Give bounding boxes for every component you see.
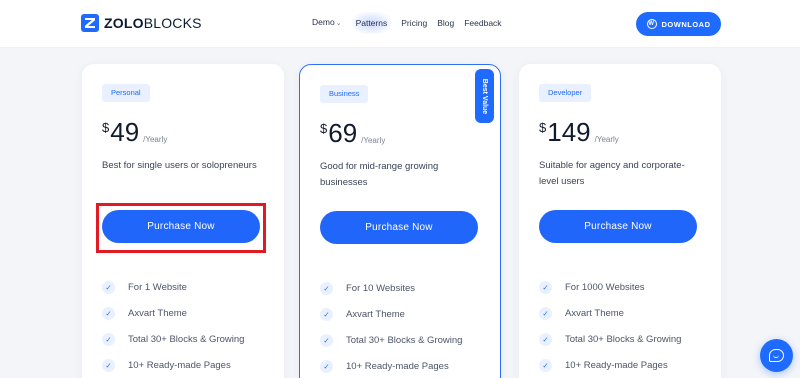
feature-item: ✓ Total 30+ Blocks & Growing bbox=[320, 327, 462, 353]
price-period: /Yearly bbox=[143, 135, 168, 144]
feature-label: Total 30+ Blocks & Growing bbox=[128, 333, 245, 345]
feature-item: ✓ 10+ Ready-made Pages bbox=[320, 353, 462, 378]
ribbon-label: Best Value bbox=[481, 78, 489, 114]
zoloblocks-logo-icon bbox=[81, 14, 99, 32]
purchase-button[interactable]: Purchase Now bbox=[539, 210, 697, 243]
feature-label: 10+ Ready-made Pages bbox=[565, 359, 668, 371]
feature-item: ✓ Axvart Theme bbox=[320, 301, 462, 327]
plan-description: Best for single users or solopreneurs bbox=[102, 160, 257, 171]
logo[interactable]: ZOLOBLOCKS bbox=[81, 12, 202, 34]
check-icon: ✓ bbox=[102, 358, 115, 372]
nav-item-pricing[interactable]: Pricing bbox=[401, 12, 427, 34]
check-icon: ✓ bbox=[539, 332, 552, 346]
feature-label: For 1 Website bbox=[128, 281, 187, 293]
nav-item-label: Demo bbox=[312, 17, 335, 27]
nav-item-blog[interactable]: Blog bbox=[437, 12, 454, 34]
check-icon: ✓ bbox=[539, 280, 552, 294]
feature-label: Axvart Theme bbox=[565, 307, 624, 319]
price-period: /Yearly bbox=[594, 135, 619, 144]
plan-price: $ 69 /Yearly bbox=[320, 117, 385, 149]
price-amount: 149 bbox=[547, 117, 591, 147]
feature-item: ✓ 10+ Ready-made Pages bbox=[539, 352, 681, 378]
wordpress-icon: W bbox=[646, 19, 657, 29]
download-label: DOWNLOAD bbox=[661, 19, 711, 29]
main-nav: Demo⌄ Patterns Pricing Blog Feedback bbox=[312, 12, 502, 34]
check-icon: ✓ bbox=[539, 358, 552, 372]
feature-item: ✓ Axvart Theme bbox=[102, 300, 244, 326]
feature-label: 10+ Ready-made Pages bbox=[346, 360, 449, 372]
nav-item-label: Patterns bbox=[355, 18, 388, 28]
currency-symbol: $ bbox=[102, 120, 110, 135]
check-icon: ✓ bbox=[320, 307, 333, 321]
check-icon: ✓ bbox=[320, 359, 333, 373]
feature-item: ✓ Axvart Theme bbox=[539, 300, 681, 326]
feature-item: ✓ For 1 Website bbox=[102, 274, 244, 300]
plan-price: $ 49 /Yearly bbox=[102, 116, 167, 148]
highlight-box bbox=[96, 203, 266, 253]
feature-label: Axvart Theme bbox=[128, 307, 187, 319]
currency-symbol: $ bbox=[320, 121, 328, 136]
plan-badge: Developer bbox=[539, 84, 592, 102]
price-period: /Yearly bbox=[361, 136, 386, 145]
currency-symbol: $ bbox=[539, 120, 547, 135]
nav-item-feedback[interactable]: Feedback bbox=[464, 12, 501, 34]
purchase-button[interactable]: Purchase Now bbox=[320, 211, 478, 244]
chevron-down-icon: ⌄ bbox=[335, 20, 342, 27]
plan-badge: Business bbox=[320, 85, 369, 103]
nav-item-patterns[interactable]: Patterns bbox=[351, 12, 392, 34]
nav-item-demo[interactable]: Demo⌄ bbox=[312, 11, 342, 35]
check-icon: ✓ bbox=[320, 281, 333, 295]
feature-list: ✓ For 1 Website ✓ Axvart Theme ✓ Total 30+ … bbox=[102, 274, 244, 378]
pricing-card-developer: Developer $ 149 /Yearly Suitable for age… bbox=[519, 64, 721, 378]
nav-item-label: Pricing bbox=[401, 18, 428, 28]
plan-description: Suitable for agency and corporate-level … bbox=[539, 160, 685, 187]
check-icon: ✓ bbox=[102, 306, 115, 320]
feature-label: Total 30+ Blocks & Growing bbox=[346, 334, 463, 346]
feature-label: Total 30+ Blocks & Growing bbox=[565, 333, 682, 345]
nav-item-label: Blog bbox=[437, 18, 455, 28]
feature-item: ✓ Total 30+ Blocks & Growing bbox=[102, 326, 244, 352]
plan-description: Good for mid-range growing businesses bbox=[320, 161, 439, 188]
feature-item: ✓ Total 30+ Blocks & Growing bbox=[539, 326, 681, 352]
chat-icon bbox=[769, 349, 784, 362]
feature-item: ✓ For 1000 Websites bbox=[539, 274, 681, 300]
feature-item: ✓ For 10 Websites bbox=[320, 275, 462, 301]
pricing-card-business: Best Value Business $ 69 /Yearly Good fo… bbox=[299, 64, 501, 378]
feature-label: For 10 Websites bbox=[346, 282, 415, 294]
feature-list: ✓ For 10 Websites ✓ Axvart Theme ✓ Total 30… bbox=[320, 275, 462, 378]
site-header: ZOLOBLOCKS Demo⌄ Patterns Pricing Blog F… bbox=[0, 0, 800, 48]
check-icon: ✓ bbox=[320, 333, 333, 347]
check-icon: ✓ bbox=[102, 332, 115, 346]
nav-item-label: Feedback bbox=[464, 18, 502, 28]
best-value-ribbon: Best Value bbox=[475, 69, 494, 123]
check-icon: ✓ bbox=[539, 306, 552, 320]
price-amount: 69 bbox=[328, 118, 358, 148]
feature-label: Axvart Theme bbox=[346, 308, 405, 320]
download-button[interactable]: W DOWNLOAD bbox=[636, 12, 721, 36]
plan-price: $ 149 /Yearly bbox=[539, 116, 619, 148]
chat-launcher-button[interactable] bbox=[760, 339, 793, 372]
feature-list: ✓ For 1000 Websites ✓ Axvart Theme ✓ Total … bbox=[539, 274, 681, 378]
feature-item: ✓ 10+ Ready-made Pages bbox=[102, 352, 244, 378]
feature-label: For 1000 Websites bbox=[565, 281, 645, 293]
logo-text: ZOLOBLOCKS bbox=[104, 15, 202, 31]
check-icon: ✓ bbox=[102, 280, 115, 294]
price-amount: 49 bbox=[110, 117, 140, 147]
plan-badge: Personal bbox=[102, 84, 150, 102]
feature-label: 10+ Ready-made Pages bbox=[128, 359, 231, 371]
